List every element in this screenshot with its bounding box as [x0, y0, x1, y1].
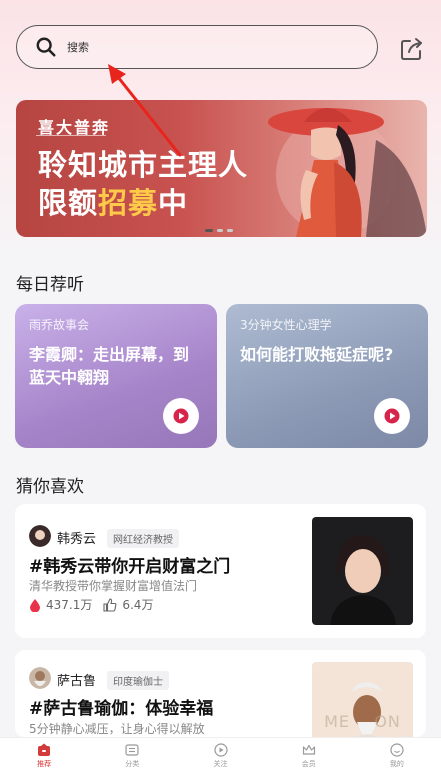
profile-icon	[390, 743, 404, 757]
carousel-dot[interactable]	[205, 229, 213, 232]
banner-headline-1: 聆知城市主理人	[38, 148, 249, 182]
item-thumbnail: ME ON	[312, 662, 413, 737]
section-title-guess: 猜你喜欢	[16, 477, 84, 497]
play-icon	[384, 408, 400, 424]
recommend-item[interactable]: 萨古鲁 印度瑜伽士 #萨古鲁瑜伽：体验幸福 5分钟静心减压，让身心得以解放 ME…	[15, 650, 426, 737]
avatar	[29, 667, 51, 689]
author-name: 萨古鲁	[57, 674, 97, 689]
carousel-dot[interactable]	[227, 229, 233, 232]
search-bar[interactable]: 搜索	[16, 25, 378, 69]
thumbs-up-icon	[103, 597, 117, 612]
promo-banner[interactable]: 喜大普奔 聆知城市主理人 限额招募中	[16, 100, 427, 237]
banner-headline-highlight: 招募	[98, 186, 159, 220]
tab-label: 会员	[301, 760, 316, 768]
category-icon	[125, 744, 139, 756]
share-icon[interactable]	[399, 36, 425, 62]
carousel-dot[interactable]	[217, 229, 223, 232]
like-count: 6.4万	[122, 598, 154, 612]
banner-headline-2: 限额招募中	[38, 180, 188, 222]
tab-vip[interactable]: 会员	[265, 738, 353, 773]
tab-follow[interactable]: 关注	[176, 738, 264, 773]
daily-card[interactable]: 3分钟女性心理学 如何能打败拖延症呢?	[226, 304, 428, 448]
vip-crown-icon	[302, 744, 315, 755]
item-title: #韩秀云带你开启财富之门	[29, 557, 231, 577]
avatar	[29, 525, 51, 547]
play-button[interactable]	[163, 398, 199, 434]
item-description: 清华教授带你掌握财富增值法门	[29, 579, 198, 593]
banner-divider	[36, 135, 106, 136]
home-icon	[38, 743, 51, 756]
daily-card[interactable]: 雨乔故事会 李霞卿：走出屏幕，到蓝天中翱翔	[15, 304, 217, 448]
daily-card-title: 如何能打败拖延症呢?	[240, 345, 394, 364]
play-count: 437.1万	[46, 598, 93, 612]
tab-profile[interactable]: 我的	[353, 738, 441, 773]
banner-headline-2a: 限额	[38, 186, 99, 220]
search-placeholder: 搜索	[67, 41, 89, 54]
recommend-item[interactable]: 韩秀云 网红经济教授 #韩秀云带你开启财富之门 清华教授带你掌握财富增值法门 4…	[15, 504, 426, 638]
tab-recommend[interactable]: 推荐	[0, 738, 88, 773]
banner-woman-illustration	[268, 108, 427, 237]
tab-label: 我的	[389, 760, 404, 768]
item-stats: 437.1万 6.4万	[29, 596, 153, 613]
daily-card-title: 李霞卿：走出屏幕，到蓝天中翱翔	[29, 345, 190, 387]
banner-headline-2c: 中	[158, 186, 189, 220]
item-thumbnail	[312, 517, 413, 625]
play-icon	[173, 408, 189, 424]
daily-card-category: 3分钟女性心理学	[240, 318, 332, 332]
section-title-daily: 每日荐听	[16, 275, 84, 295]
play-button[interactable]	[374, 398, 410, 434]
tab-category[interactable]: 分类	[88, 738, 176, 773]
search-icon	[36, 37, 56, 57]
item-title: #萨古鲁瑜伽：体验幸福	[29, 699, 214, 719]
tab-label: 关注	[213, 760, 228, 768]
follow-icon	[213, 743, 228, 757]
author-badge: 网红经济教授	[107, 529, 179, 548]
heat-drop-icon	[30, 598, 40, 612]
bottom-tab-bar: 推荐 分类 关注 会员 我的	[0, 737, 441, 773]
item-description: 5分钟静心减压，让身心得以解放	[29, 722, 205, 736]
item-thumbnail-text: ME ON	[324, 712, 401, 731]
author-name: 韩秀云	[57, 532, 97, 547]
daily-card-category: 雨乔故事会	[29, 318, 90, 332]
tab-label: 推荐	[37, 760, 52, 768]
tab-label: 分类	[125, 760, 140, 768]
author-badge: 印度瑜伽士	[107, 671, 169, 690]
carousel-dots	[205, 229, 233, 232]
